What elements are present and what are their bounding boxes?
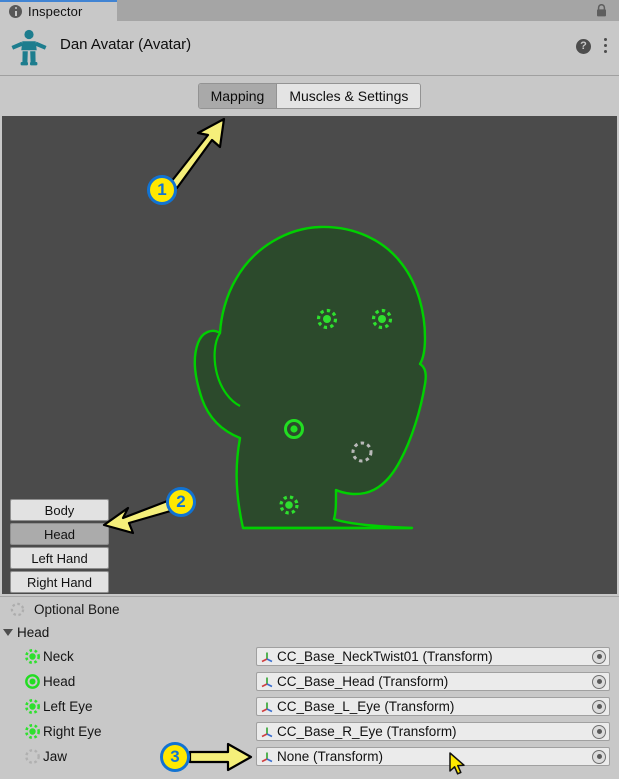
left-eye-bone-marker-icon[interactable] (22, 697, 42, 717)
info-icon (9, 5, 22, 18)
jaw-marker (351, 441, 373, 463)
tab-muscles-and-settings[interactable]: Muscles & Settings (277, 84, 421, 108)
transform-gizmo-icon (261, 677, 273, 687)
bone-label-head: Head (43, 674, 76, 689)
left-eye-marker (316, 308, 338, 330)
part-button-left-hand[interactable]: Left Hand (10, 547, 109, 569)
head-bone-marker-icon[interactable] (22, 672, 42, 692)
avatar-icon (11, 29, 47, 66)
object-field-head[interactable]: CC_Base_Head (Transform) (256, 672, 610, 691)
tab-mapping[interactable]: Mapping (198, 84, 278, 108)
transform-gizmo-icon (261, 702, 273, 712)
transform-gizmo-icon (261, 727, 273, 737)
object-picker-icon[interactable] (592, 674, 606, 689)
page-title: Dan Avatar (Avatar) (60, 36, 192, 53)
head-marker (284, 419, 304, 439)
bone-label-left-eye: Left Eye (43, 699, 93, 714)
body-part-selector: Body Head Left Hand Right Hand (10, 499, 109, 594)
window-tab-bar: Inspector (0, 0, 619, 21)
table-row: Right Eye CC_Base_R_Eye (Transform) (0, 719, 619, 744)
help-icon[interactable]: ? (576, 39, 591, 54)
table-row: Jaw None (Transform) (0, 744, 619, 769)
dotted-circle-icon (10, 602, 25, 616)
object-picker-icon[interactable] (592, 649, 606, 664)
tab-inspector-label: Inspector (28, 4, 83, 19)
transform-gizmo-icon (261, 752, 273, 762)
object-picker-icon[interactable] (592, 724, 606, 739)
mapping-toolbar: Mapping Muscles & Settings (0, 76, 619, 116)
lock-icon[interactable] (596, 4, 607, 17)
neck-marker (279, 495, 299, 515)
right-eye-marker (371, 308, 393, 330)
part-button-right-hand[interactable]: Right Hand (10, 571, 109, 593)
optional-bone-legend: Optional Bone (0, 597, 619, 621)
object-picker-icon[interactable] (592, 749, 606, 764)
avatar-mapping-viewport[interactable]: Body Head Left Hand Right Hand (2, 116, 617, 594)
part-button-body[interactable]: Body (10, 499, 109, 521)
object-field-left-eye-value: CC_Base_L_Eye (Transform) (277, 699, 455, 714)
tab-inspector[interactable]: Inspector (0, 0, 117, 21)
object-field-head-value: CC_Base_Head (Transform) (277, 674, 449, 689)
object-field-left-eye[interactable]: CC_Base_L_Eye (Transform) (256, 697, 610, 716)
bone-group-head-label: Head (17, 625, 50, 640)
object-picker-icon[interactable] (592, 699, 606, 714)
part-button-head[interactable]: Head (10, 523, 109, 545)
kebab-menu-icon[interactable] (599, 38, 611, 55)
bone-label-neck: Neck (43, 649, 74, 664)
jaw-bone-marker-icon[interactable] (22, 747, 42, 767)
bone-label-right-eye: Right Eye (43, 724, 102, 739)
optional-bone-legend-label: Optional Bone (34, 601, 120, 617)
object-field-right-eye-value: CC_Base_R_Eye (Transform) (277, 724, 457, 739)
chevron-down-icon (3, 629, 13, 636)
object-field-jaw-value: None (Transform) (277, 749, 384, 764)
view-mode-segmented-control: Mapping Muscles & Settings (197, 83, 422, 109)
object-field-right-eye[interactable]: CC_Base_R_Eye (Transform) (256, 722, 610, 741)
table-row: Left Eye CC_Base_L_Eye (Transform) (0, 694, 619, 719)
bone-label-jaw: Jaw (43, 749, 68, 764)
transform-gizmo-icon (261, 652, 273, 662)
bone-mapping-panel: Optional Bone Head Neck CC_Base_NeckTwis… (0, 596, 619, 779)
table-row: Neck CC_Base_NeckTwist01 (Transform) (0, 644, 619, 669)
object-field-neck[interactable]: CC_Base_NeckTwist01 (Transform) (256, 647, 610, 666)
object-field-neck-value: CC_Base_NeckTwist01 (Transform) (277, 649, 493, 664)
object-header: Dan Avatar (Avatar) ? (0, 21, 619, 76)
neck-bone-marker-icon[interactable] (22, 647, 42, 667)
bone-group-head-foldout[interactable]: Head (0, 621, 619, 644)
inspector-window: Inspector Dan Avatar (Avatar) ? Mapping … (0, 0, 619, 779)
table-row: Head CC_Base_Head (Transform) (0, 669, 619, 694)
right-eye-bone-marker-icon[interactable] (22, 722, 42, 742)
object-field-jaw[interactable]: None (Transform) (256, 747, 610, 766)
